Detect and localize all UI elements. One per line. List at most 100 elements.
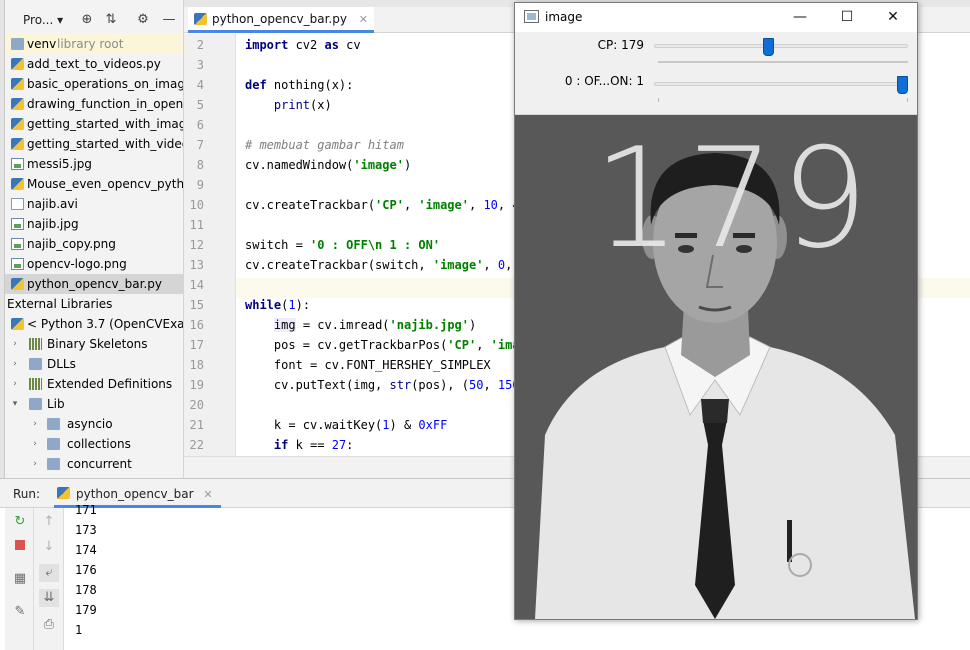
code-token: def bbox=[245, 78, 267, 92]
gear-icon[interactable]: ⚙ bbox=[134, 11, 152, 29]
tree-item[interactable]: › collections bbox=[5, 434, 183, 454]
line-number: 15 bbox=[189, 298, 204, 312]
tree-item[interactable]: › DLLs bbox=[5, 354, 183, 374]
tree-item[interactable]: getting_started_with_video.py bbox=[5, 134, 183, 154]
chevron-right-icon[interactable]: › bbox=[9, 354, 21, 374]
tree-item[interactable]: venv library root bbox=[5, 34, 183, 54]
editor-gutter: 2 3 4 5 6 7 8 9 10 11 12 13 14 15 16 17 18 19 20 21 22 bbox=[184, 34, 236, 456]
python-file-icon bbox=[11, 58, 24, 70]
tree-item-label: < Python 3.7 (OpenCVExampl bbox=[27, 317, 184, 331]
tree-item[interactable]: External Libraries bbox=[5, 294, 183, 314]
tree-item[interactable]: najib.avi bbox=[5, 194, 183, 214]
library-icon bbox=[29, 378, 42, 390]
python-file-icon bbox=[11, 78, 24, 90]
tree-item[interactable]: › concurrent bbox=[5, 454, 183, 474]
code-token: k == bbox=[288, 438, 332, 452]
tree-item[interactable]: ▾ Lib bbox=[5, 394, 183, 414]
trackbar-cp-label: CP: 179 bbox=[597, 38, 644, 52]
minimize-button[interactable]: — bbox=[777, 6, 823, 28]
line-number: 4 bbox=[196, 78, 204, 92]
line-number: 9 bbox=[196, 178, 204, 192]
tree-item[interactable]: › Extended Definitions bbox=[5, 374, 183, 394]
tree-item[interactable]: add_text_to_videos.py bbox=[5, 54, 183, 74]
folder-icon bbox=[47, 458, 60, 470]
chevron-down-icon[interactable]: ▾ bbox=[9, 394, 21, 414]
close-tab-icon[interactable]: ✕ bbox=[359, 13, 368, 26]
code-line: while(1): bbox=[245, 298, 310, 312]
code-token: 'CP' bbox=[447, 338, 477, 352]
code-token: cv.createTrackbar( bbox=[245, 198, 376, 212]
tree-item[interactable]: messi5.jpg bbox=[5, 154, 183, 174]
rerun-icon[interactable]: ↻ bbox=[10, 513, 30, 531]
close-button[interactable]: ✕ bbox=[870, 6, 916, 28]
scroll-to-end-icon[interactable]: ⇊ bbox=[39, 589, 59, 607]
trackbar-switch-track[interactable] bbox=[654, 82, 908, 86]
project-view-selector[interactable]: Pro... ▾ bbox=[23, 11, 63, 29]
code-token: (x) bbox=[310, 98, 332, 112]
chevron-right-icon[interactable]: › bbox=[9, 374, 21, 394]
collapse-all-icon[interactable]: ⇅ bbox=[102, 11, 120, 29]
line-number: 5 bbox=[196, 98, 204, 112]
tree-item[interactable]: najib_copy.png bbox=[5, 234, 183, 254]
tree-item[interactable]: › Binary Skeletons bbox=[5, 334, 183, 354]
code-token: switch = bbox=[245, 238, 311, 252]
tree-item-label: collections bbox=[67, 437, 131, 451]
maximize-button[interactable]: ☐ bbox=[824, 6, 870, 28]
python-file-icon bbox=[11, 278, 24, 290]
editor-tab[interactable]: python_opencv_bar.py ✕ bbox=[188, 7, 375, 33]
tree-item[interactable]: python_opencv_bar.py bbox=[5, 274, 183, 294]
code-token: print bbox=[273, 98, 311, 112]
tree-item[interactable]: › asyncio bbox=[5, 414, 183, 434]
chevron-right-icon[interactable]: › bbox=[29, 414, 41, 434]
console-output-line: 176 bbox=[75, 563, 97, 577]
chevron-right-icon[interactable]: › bbox=[9, 334, 21, 354]
chevron-right-icon[interactable]: › bbox=[29, 434, 41, 454]
up-arrow-icon[interactable]: ↑ bbox=[39, 513, 59, 531]
close-run-tab-icon[interactable]: ✕ bbox=[203, 488, 212, 501]
tree-item[interactable]: opencv-logo.png bbox=[5, 254, 183, 274]
tree-item[interactable]: Mouse_even_opencv_python. bbox=[5, 174, 183, 194]
code-token: = cv.imread( bbox=[295, 318, 390, 332]
line-number: 19 bbox=[189, 378, 204, 392]
line-number: 22 bbox=[189, 438, 204, 452]
trackbar-switch-handle[interactable] bbox=[897, 76, 908, 94]
code-line: img = cv.imread('najib.jpg') bbox=[245, 318, 476, 332]
code-line: pos = cv.getTrackbarPos('CP', 'imag bbox=[245, 338, 527, 352]
tree-item[interactable]: basic_operations_on_image.py bbox=[5, 74, 183, 94]
tree-item[interactable]: getting_started_with_image.py bbox=[5, 114, 183, 134]
file-icon bbox=[11, 198, 24, 210]
code-token: ) bbox=[403, 158, 412, 172]
trackbar-cp-handle[interactable] bbox=[762, 38, 774, 56]
line-number: 2 bbox=[196, 38, 204, 52]
trackbar-switch-ticks bbox=[658, 98, 908, 102]
image-file-icon bbox=[11, 258, 24, 270]
console-output-line: 178 bbox=[75, 583, 97, 597]
chevron-right-icon[interactable]: › bbox=[29, 454, 41, 474]
project-toolbar: Pro... ▾ ⊕ ⇅ ⚙ — bbox=[5, 7, 183, 33]
code-token: 10 bbox=[483, 198, 498, 212]
line-number: 13 bbox=[189, 258, 204, 272]
tree-item-label: python_opencv_bar.py bbox=[27, 277, 162, 291]
image-window-titlebar[interactable]: image — ☐ ✕ bbox=[515, 3, 917, 32]
tree-item[interactable]: drawing_function_in_opencv. bbox=[5, 94, 183, 114]
image-window: image — ☐ ✕ CP: 179 0 : OF...ON: 1 179 bbox=[514, 2, 918, 620]
locate-icon[interactable]: ⊕ bbox=[78, 11, 96, 29]
tree-item[interactable]: najib.jpg bbox=[5, 214, 183, 234]
down-arrow-icon[interactable]: ↓ bbox=[39, 538, 59, 556]
python-file-icon bbox=[11, 178, 24, 190]
tree-item-label: opencv-logo.png bbox=[27, 257, 127, 271]
code-line: print(x) bbox=[245, 98, 332, 112]
layout-icon[interactable]: ▦ bbox=[10, 570, 30, 588]
python-file-icon bbox=[194, 13, 207, 25]
console-output-line: 179 bbox=[75, 603, 97, 617]
trackbar-cp-track[interactable] bbox=[654, 44, 908, 48]
hide-panel-icon[interactable]: — bbox=[160, 11, 178, 29]
tree-item[interactable]: < Python 3.7 (OpenCVExampl bbox=[5, 314, 184, 334]
cp-value-overlay: 179 bbox=[593, 118, 875, 279]
print-icon[interactable]: ⎙ bbox=[39, 616, 59, 634]
stop-icon[interactable] bbox=[10, 538, 30, 556]
code-token: (pos), ( bbox=[411, 378, 469, 392]
pin-icon[interactable]: ✎ bbox=[10, 603, 30, 621]
soft-wrap-icon[interactable]: ⤶ bbox=[39, 564, 59, 582]
